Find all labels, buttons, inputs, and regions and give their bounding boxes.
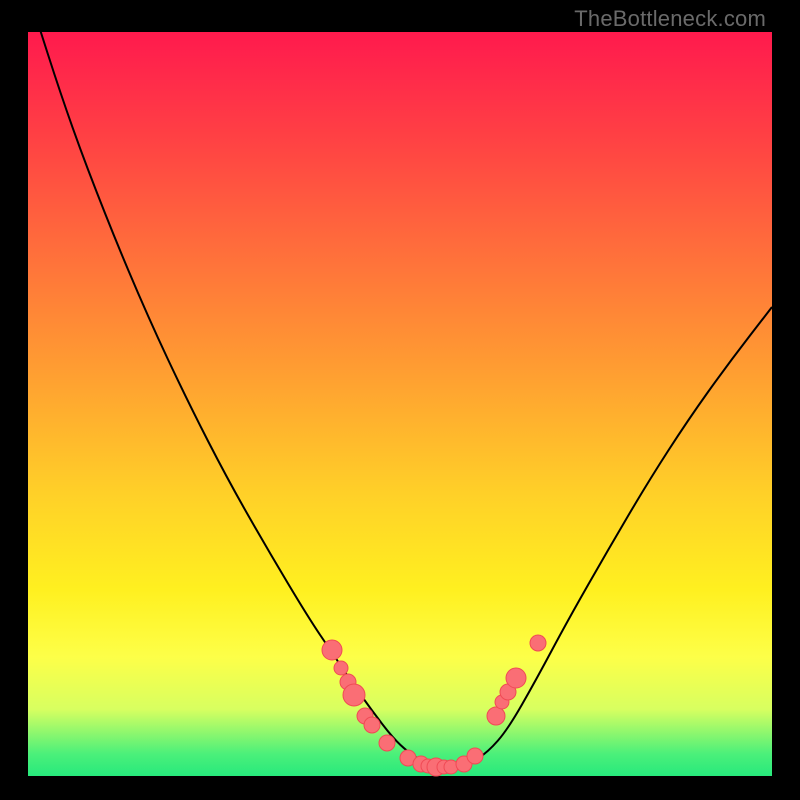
data-point: [487, 707, 505, 725]
data-point: [322, 640, 342, 660]
data-point: [379, 735, 395, 751]
data-point: [467, 748, 483, 764]
v-curve: [28, 0, 772, 768]
data-point-layer: [322, 635, 546, 776]
plot-svg: [28, 32, 772, 776]
data-point: [343, 684, 365, 706]
data-point: [364, 717, 380, 733]
watermark-text: TheBottleneck.com: [574, 6, 766, 32]
chart-area: [28, 32, 772, 776]
data-point: [334, 661, 348, 675]
data-point: [530, 635, 546, 651]
data-point: [506, 668, 526, 688]
